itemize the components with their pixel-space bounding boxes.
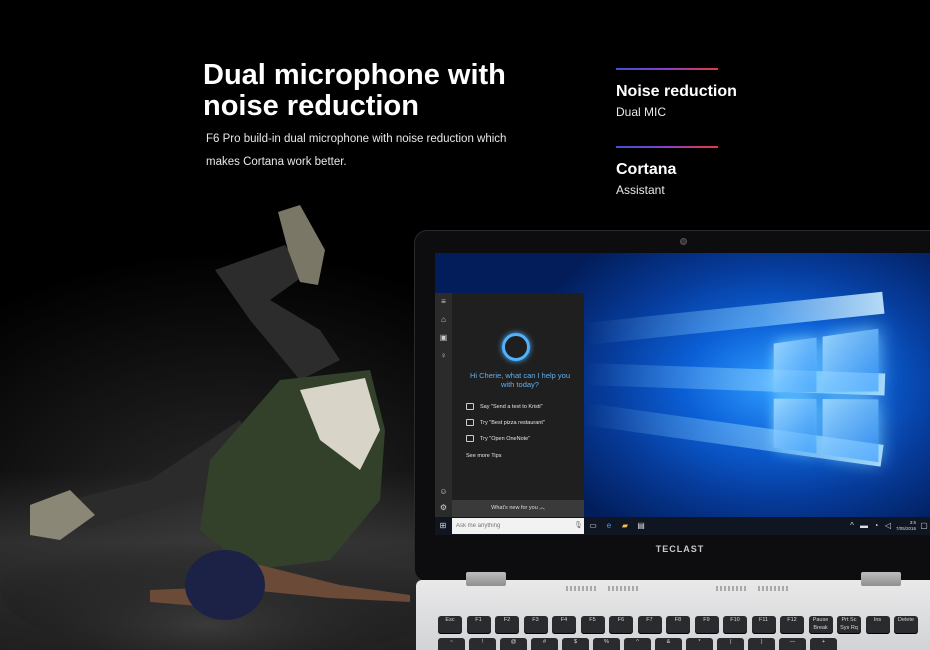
home-icon[interactable]: ⌂ [439, 315, 448, 324]
key[interactable]: F12 [780, 616, 804, 634]
windows-logo-icon [773, 328, 880, 464]
key[interactable]: F8 [666, 616, 690, 634]
key[interactable]: F6 [609, 616, 633, 634]
whats-new-label: What's new for you [491, 505, 538, 511]
tip-text: Say "Send a text to Kristi" [480, 403, 543, 410]
cortana-tip[interactable]: Say "Send a text to Kristi" [466, 403, 543, 410]
key[interactable]: ) [748, 638, 775, 650]
speaker-grille [566, 586, 596, 591]
speaker-grille [716, 586, 746, 591]
product-banner: Dual microphone with noise reduction F6 … [0, 0, 930, 650]
feature-title: Cortana [616, 161, 677, 178]
key[interactable]: Prt Sc Sys Rq [837, 616, 861, 634]
key[interactable]: F7 [637, 616, 662, 634]
settings-gear-icon[interactable]: ⚙ [439, 503, 448, 512]
headline-title: Dual microphone with noise reduction [203, 59, 506, 122]
key[interactable]: F4 [552, 616, 576, 634]
hinge-left [466, 572, 506, 586]
key[interactable]: & [655, 638, 682, 650]
key[interactable]: ^ [624, 638, 651, 650]
feature-subtitle: Dual MIC [616, 105, 667, 119]
key[interactable]: $ [562, 638, 589, 650]
cortana-tip[interactable]: Try "Open OneNote" [466, 435, 530, 442]
feature-subtitle: Assistant [616, 183, 665, 197]
brand-logo: TECLAST [655, 544, 705, 554]
hinge-right [861, 572, 901, 586]
laptop-screen: ≡ ⌂ ▣ ♀ ☺ ⚙ Hi Cherie, what can I help y… [435, 253, 930, 535]
windows-taskbar: ⊞ 🎙 ▭ e ▰ ▤ ^ ▬ ◔ ◁ 3:5 7/05/2016 ▢ [435, 517, 930, 535]
battery-icon[interactable]: ▬ [859, 521, 869, 531]
volume-icon[interactable]: ◁ [883, 521, 893, 531]
feature-title: Noise reduction [616, 83, 737, 100]
lightbulb-icon[interactable]: ♀ [439, 351, 448, 360]
key[interactable]: F10 [723, 616, 747, 634]
file-explorer-icon[interactable]: ▰ [620, 521, 630, 531]
key[interactable]: F11 [751, 616, 776, 634]
cortana-tip[interactable]: Try "Best pizza restaurant" [466, 419, 545, 426]
key[interactable]: ~ [438, 638, 465, 650]
store-icon[interactable]: ▤ [636, 521, 646, 531]
speaker-grille [758, 586, 788, 591]
cortana-rail: ≡ ⌂ ▣ ♀ ☺ ⚙ [435, 293, 452, 517]
cortana-search-box[interactable]: 🎙 [452, 518, 584, 534]
search-input[interactable] [456, 521, 566, 531]
key[interactable]: Esc [438, 616, 462, 634]
laptop-lid: ≡ ⌂ ▣ ♀ ☺ ⚙ Hi Cherie, what can I help y… [415, 231, 930, 581]
key[interactable]: Delete [894, 616, 918, 634]
tip-text: Try "Open OneNote" [480, 435, 531, 442]
laptop-keyboard-deck: Esc F1 F2 F3 F4 F5 F6 F7 F8 F9 F10 F11 F12 Pause Brea… [416, 572, 930, 650]
chat-bubble-icon [466, 403, 474, 410]
key[interactable]: — [779, 638, 806, 650]
see-more-tips-link[interactable]: See more Tips [466, 453, 501, 459]
hamburger-icon[interactable]: ≡ [439, 297, 448, 306]
accent-divider [616, 68, 718, 70]
whats-new-button[interactable]: What's new for you ︿ [452, 500, 584, 517]
key[interactable]: Ins [865, 616, 890, 634]
key[interactable]: * [686, 638, 713, 650]
edge-browser-icon[interactable]: e [604, 521, 614, 531]
key[interactable]: Pause Break [808, 616, 833, 634]
key[interactable]: # [531, 638, 558, 650]
chat-bubble-icon [466, 419, 474, 426]
chat-bubble-icon [466, 435, 474, 442]
key[interactable]: F3 [523, 616, 548, 634]
key[interactable]: ! [469, 638, 496, 650]
feature-cortana: Cortana Assistant [616, 146, 816, 197]
cortana-panel: ≡ ⌂ ▣ ♀ ☺ ⚙ Hi Cherie, what can I help y… [435, 293, 584, 535]
wifi-icon[interactable]: ◔ [871, 521, 881, 531]
key[interactable]: F5 [580, 616, 605, 634]
cortana-greeting: Hi Cherie, what can I help you with toda… [469, 371, 571, 389]
key[interactable]: F1 [466, 616, 491, 634]
start-windows-icon[interactable]: ⊞ [438, 521, 448, 531]
notebook-icon[interactable]: ▣ [439, 333, 448, 342]
microphone-icon[interactable]: 🎙 [574, 521, 583, 531]
clock-date: 7/05/2016 [895, 526, 916, 531]
key[interactable]: + [810, 638, 837, 650]
key[interactable]: F2 [495, 616, 519, 634]
cortana-ring-icon[interactable] [502, 333, 530, 361]
tip-text: Try "Best pizza restaurant" [480, 419, 545, 426]
accent-divider [616, 146, 718, 148]
key[interactable]: ( [717, 638, 744, 650]
key[interactable]: @ [500, 638, 527, 650]
notifications-icon[interactable]: ▢ [919, 521, 929, 531]
taskbar-clock[interactable]: 3:5 7/05/2016 [896, 520, 916, 532]
headline-description: F6 Pro build-in dual microphone with noi… [206, 133, 507, 168]
feedback-icon[interactable]: ☺ [439, 487, 448, 496]
tray-chevron-icon[interactable]: ^ [847, 521, 857, 531]
feature-noise-reduction: Noise reduction Dual MIC [616, 68, 816, 119]
speaker-grille [608, 586, 638, 591]
task-view-icon[interactable]: ▭ [588, 521, 598, 531]
webcam-icon [681, 239, 686, 244]
key[interactable]: % [593, 638, 620, 650]
chevron-up-icon: ︿ [539, 505, 545, 511]
key[interactable]: F9 [694, 616, 719, 634]
